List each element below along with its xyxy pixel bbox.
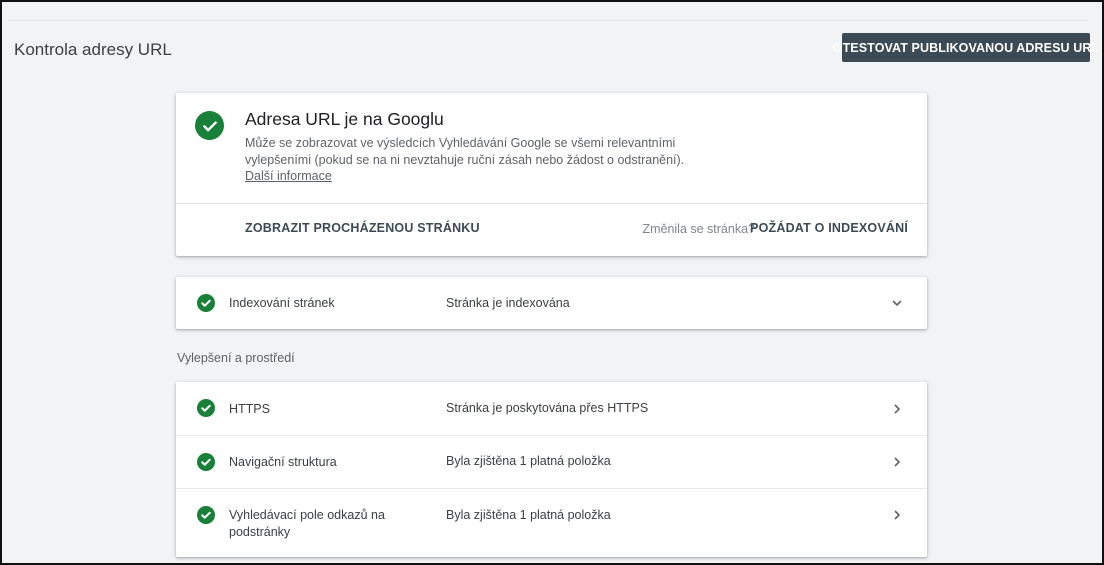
section-label: Vylepšení a prostředí [177, 351, 295, 365]
enhancements-card: HTTPS Stránka je poskytována přes HTTPS … [176, 382, 927, 557]
row-label: Vyhledávací pole odkazů na podstránky [229, 508, 385, 539]
page-indexing-row[interactable]: Indexování stránek Stránka je indexována [176, 277, 927, 329]
row-value: Byla zjištěna 1 platná položka [446, 508, 611, 522]
check-circle-icon [195, 111, 224, 140]
url-status-card: Adresa URL je na Googlu Může se zobrazov… [176, 93, 927, 256]
enhancement-row-breadcrumbs[interactable]: Navigační struktura Byla zjištěna 1 plat… [176, 436, 927, 488]
row-value: Stránka je indexována [446, 296, 570, 310]
view-crawled-page-button[interactable]: ZOBRAZIT PROCHÁZENOU STRÁNKU [245, 221, 480, 235]
top-divider [8, 20, 1088, 21]
check-circle-icon [197, 453, 215, 471]
row-label: Navigační struktura [229, 455, 337, 469]
check-circle-icon [197, 399, 215, 417]
page-indexing-card: Indexování stránek Stránka je indexována [176, 277, 927, 329]
check-circle-icon [197, 294, 215, 312]
chevron-down-icon[interactable] [891, 297, 903, 309]
row-label: Indexování stránek [229, 296, 335, 310]
check-circle-icon [197, 506, 215, 524]
chevron-right-icon [894, 457, 901, 467]
test-live-url-button[interactable]: OTESTOVAT PUBLIKOVANOU ADRESU URL [833, 33, 1099, 62]
chevron-right-icon [894, 404, 901, 414]
row-value: Stránka je poskytována přes HTTPS [446, 401, 649, 415]
enhancement-row-https[interactable]: HTTPS Stránka je poskytována přes HTTPS [176, 382, 927, 435]
learn-more-link[interactable]: Další informace [245, 169, 332, 183]
page-title: Kontrola adresy URL [14, 40, 172, 59]
chevron-right-icon [894, 510, 901, 520]
status-description: Může se zobrazovat ve výsledcích Vyhledá… [245, 136, 685, 167]
row-value: Byla zjištěna 1 platná položka [446, 454, 611, 468]
page-changed-text: Změnila se stránka? [642, 222, 755, 236]
row-label: HTTPS [229, 402, 270, 416]
divider [176, 203, 927, 204]
app-frame: Kontrola adresy URL OTESTOVAT PUBLIKOVAN… [0, 0, 1104, 565]
enhancement-row-sitelinks-searchbox[interactable]: Vyhledávací pole odkazů na podstránky By… [176, 489, 927, 557]
status-heading: Adresa URL je na Googlu [245, 109, 444, 129]
request-indexing-button[interactable]: POŽÁDAT O INDEXOVÁNÍ [750, 221, 908, 235]
